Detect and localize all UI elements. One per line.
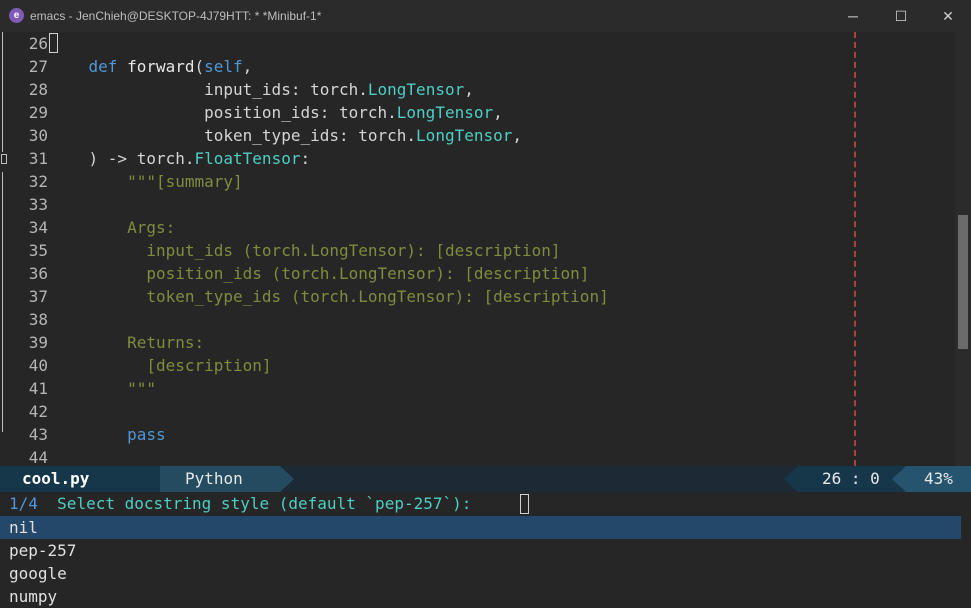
- code-line[interactable]: Returns:: [50, 331, 204, 354]
- code-token: ,: [464, 80, 474, 99]
- code-view[interactable]: def forward(self, input_ids: torch.LongT…: [50, 32, 955, 466]
- line-number: 26: [28, 34, 48, 53]
- code-token: :: [300, 149, 311, 168]
- code-token: LongTensor: [396, 103, 494, 122]
- mode-line: cool.py Python 26 : 0 43%: [0, 466, 971, 492]
- candidate-item[interactable]: numpy: [9, 585, 57, 608]
- line-number: 43: [28, 425, 48, 444]
- code-token: ,: [242, 57, 253, 76]
- code-token: def: [50, 57, 128, 76]
- emacs-app-icon: e: [9, 8, 24, 23]
- code-token: """: [50, 379, 156, 398]
- line-number: 37: [28, 287, 48, 306]
- code-token: token_type_ids (torch.LongTensor): [desc…: [50, 287, 609, 306]
- code-line[interactable]: [description]: [50, 354, 272, 377]
- code-token: Args:: [50, 218, 176, 237]
- line-number: 41: [28, 379, 48, 398]
- code-token: position_ids (torch.LongTensor): [descri…: [50, 264, 590, 283]
- code-token: [description]: [50, 356, 272, 375]
- major-mode-label[interactable]: Python: [185, 466, 243, 492]
- code-token: token_type_ids: torch.: [50, 126, 417, 145]
- editor-area[interactable]: 26 27 28 29 30 31 32 33 34 35 36 37 38 39 40 41 42 43 44 d…: [0, 32, 971, 466]
- code-token: forward: [127, 57, 195, 76]
- scroll-percent: 43%: [924, 469, 953, 488]
- text-cursor: [49, 33, 58, 53]
- code-line[interactable]: input_ids: torch.LongTensor,: [50, 78, 474, 101]
- window-title: emacs - JenChieh@DESKTOP-4J79HTT: * *Min…: [30, 9, 322, 23]
- candidate-count: 1/4: [9, 494, 38, 513]
- code-token: LongTensor: [416, 126, 513, 145]
- minibuffer-input-cursor[interactable]: [520, 494, 529, 514]
- fringe-fold-icon[interactable]: [1, 154, 7, 164]
- line-number: 30: [28, 126, 48, 145]
- code-token: ) -> torch.: [50, 149, 195, 168]
- line-number: 38: [28, 310, 48, 329]
- code-token: """[summary]: [50, 172, 243, 191]
- line-number: 29: [28, 103, 48, 122]
- line-number: 32: [28, 172, 48, 191]
- code-token: Returns:: [50, 333, 205, 352]
- code-token: FloatTensor: [194, 149, 301, 168]
- title-bar: e emacs - JenChieh@DESKTOP-4J79HTT: * *M…: [0, 0, 971, 32]
- code-line[interactable]: token_type_ids: torch.LongTensor,: [50, 124, 522, 147]
- code-token: input_ids: torch.: [50, 80, 368, 99]
- line-number-gutter: 26 27 28 29 30 31 32 33 34 35 36 37 38 39 40 41 42 43 44: [8, 32, 50, 466]
- code-line[interactable]: token_type_ids (torch.LongTensor): [desc…: [50, 285, 609, 308]
- line-number: 40: [28, 356, 48, 375]
- scrollbar-thumb[interactable]: [958, 215, 968, 349]
- candidate-item[interactable]: nil: [9, 516, 38, 539]
- prompt-text: Select docstring style (default `pep-257…: [37, 494, 482, 513]
- candidate-item[interactable]: pep-257: [9, 539, 76, 562]
- candidate-item[interactable]: google: [9, 562, 67, 585]
- line-number: 39: [28, 333, 48, 352]
- code-token: ,: [512, 126, 523, 145]
- line-number: 33: [28, 195, 48, 214]
- code-line[interactable]: """: [50, 377, 156, 400]
- code-token: input_ids (torch.LongTensor): [descripti…: [50, 241, 561, 260]
- separator-arrow-icon: [784, 466, 798, 492]
- code-line[interactable]: Args:: [50, 216, 175, 239]
- fill-column-indicator: [854, 32, 858, 466]
- code-line[interactable]: ) -> torch.FloatTensor:: [50, 147, 311, 170]
- line-number: 34: [28, 218, 48, 237]
- selected-candidate-highlight: [0, 516, 961, 539]
- separator-arrow-icon: [892, 466, 906, 492]
- line-number: 36: [28, 264, 48, 283]
- code-line[interactable]: input_ids (torch.LongTensor): [descripti…: [50, 239, 561, 262]
- maximize-button[interactable]: ☐: [878, 0, 924, 32]
- code-line[interactable]: position_ids: torch.LongTensor,: [50, 101, 503, 124]
- buffer-filename: cool.py: [22, 469, 90, 488]
- code-token: self: [204, 57, 243, 76]
- code-token: LongTensor: [367, 80, 465, 99]
- minimize-button[interactable]: ─: [830, 0, 876, 32]
- line-number: 44: [28, 448, 48, 466]
- close-button[interactable]: ✕: [925, 0, 971, 32]
- code-line[interactable]: position_ids (torch.LongTensor): [descri…: [50, 262, 589, 285]
- code-token: ,: [493, 103, 503, 122]
- left-fringe: [0, 32, 8, 466]
- line-number: 42: [28, 402, 48, 421]
- code-line[interactable]: pass: [50, 423, 166, 446]
- line-number: 31: [28, 149, 48, 168]
- minibuffer[interactable]: 1/4 Select docstring style (default `pep…: [0, 492, 971, 608]
- code-token: (: [194, 57, 205, 76]
- code-token: pass: [50, 425, 166, 444]
- line-number: 35: [28, 241, 48, 260]
- cursor-position: 26 : 0: [822, 469, 880, 488]
- line-number: 28: [28, 80, 48, 99]
- minibuffer-prompt: 1/4 Select docstring style (default `pep…: [9, 492, 481, 515]
- line-number: 27: [28, 57, 48, 76]
- code-line[interactable]: """[summary]: [50, 170, 243, 193]
- code-line[interactable]: def forward(self,: [50, 55, 253, 78]
- separator-arrow-icon: [280, 466, 294, 492]
- vertical-scrollbar[interactable]: [955, 32, 971, 466]
- code-token: position_ids: torch.: [50, 103, 397, 122]
